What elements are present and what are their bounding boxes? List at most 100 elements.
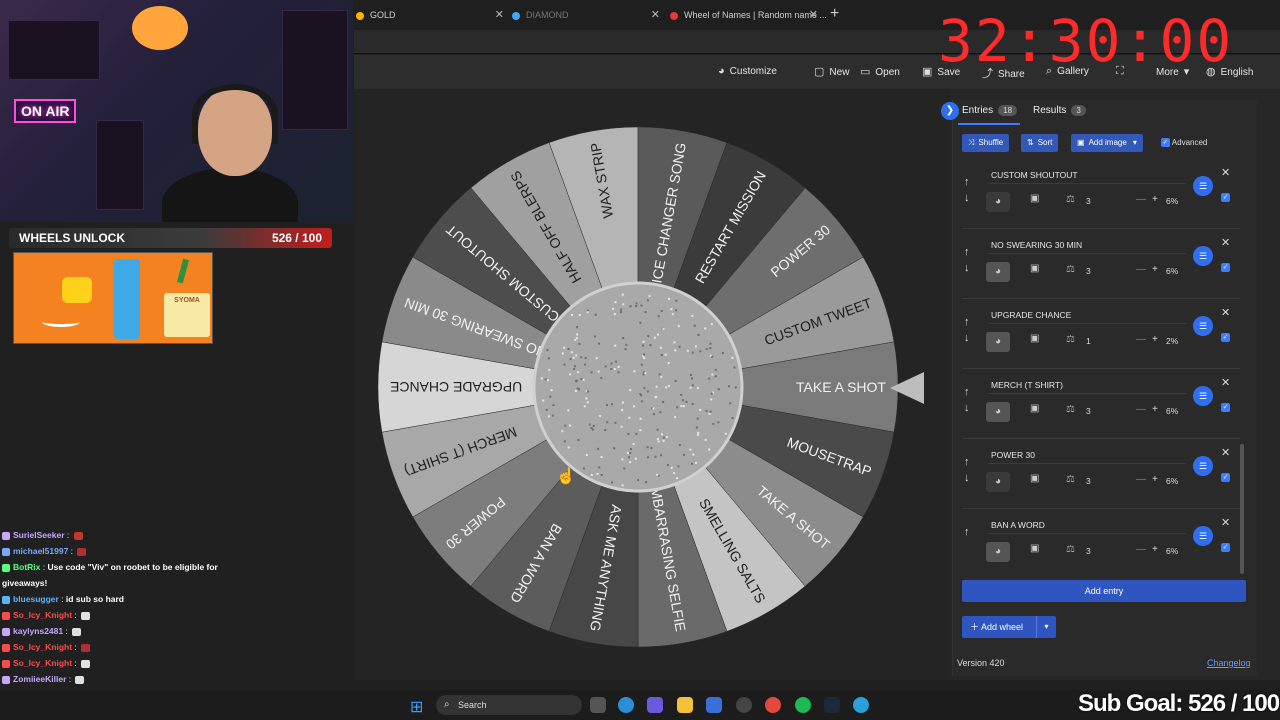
- entry-name-field[interactable]: NO SWEARING 30 MIN: [988, 236, 1186, 254]
- entry-enabled-checkbox[interactable]: ✓: [1221, 259, 1230, 277]
- settings-icon[interactable]: [736, 697, 752, 713]
- new-tab-button[interactable]: +: [830, 5, 839, 23]
- add-image-button[interactable]: ▣ Add image ▾: [1071, 134, 1143, 152]
- entry-options-icon[interactable]: ☰: [1193, 176, 1213, 196]
- increase-weight-button[interactable]: +: [1152, 334, 1158, 345]
- entry-name-field[interactable]: MERCH (T SHIRT): [988, 376, 1186, 394]
- decrease-weight-button[interactable]: —: [1136, 544, 1146, 555]
- entry-weight[interactable]: 3: [1086, 266, 1091, 276]
- image-icon[interactable]: ▣: [1030, 473, 1039, 484]
- shuffle-button[interactable]: ⤨ Shuffle: [962, 134, 1009, 152]
- palette-icon[interactable]: ◕: [986, 472, 1010, 492]
- edge-icon[interactable]: [618, 697, 634, 713]
- decrease-weight-button[interactable]: —: [1136, 404, 1146, 415]
- image-icon[interactable]: ▣: [1030, 403, 1039, 414]
- collapse-panel-icon[interactable]: ❯: [941, 102, 959, 120]
- reorder-arrows-icon[interactable]: ↑: [964, 524, 976, 540]
- decrease-weight-button[interactable]: —: [1136, 474, 1146, 485]
- increase-weight-button[interactable]: +: [1152, 404, 1158, 415]
- entry-options-icon[interactable]: ☰: [1193, 316, 1213, 336]
- delete-entry-icon[interactable]: ✕: [1221, 376, 1230, 389]
- chat-username[interactable]: So_Icy_Knight: [13, 658, 72, 668]
- new-button[interactable]: ▢ New: [814, 65, 849, 78]
- entry-name-field[interactable]: POWER 30: [988, 446, 1186, 464]
- entry-options-icon[interactable]: ☰: [1193, 386, 1213, 406]
- reorder-arrows-icon[interactable]: ↑ ↓: [964, 244, 976, 276]
- wheel[interactable]: WAX STRIP VOICE CHANGER SONG RESTART MISSI…: [375, 124, 901, 650]
- advanced-toggle[interactable]: ✓ Advanced: [1161, 138, 1207, 147]
- chat-username[interactable]: SurielSeeker: [13, 530, 65, 540]
- tab-gold[interactable]: GOLD ✕: [356, 4, 504, 26]
- entry-weight[interactable]: 3: [1086, 546, 1091, 556]
- chat-username[interactable]: bluesugger: [13, 594, 59, 604]
- entry-options-icon[interactable]: ☰: [1193, 526, 1213, 546]
- palette-icon[interactable]: ◕: [986, 542, 1010, 562]
- chat-username[interactable]: So_Icy_Knight: [13, 642, 72, 652]
- steam-icon[interactable]: [824, 697, 840, 713]
- decrease-weight-button[interactable]: —: [1136, 334, 1146, 345]
- tab-wheel-of-names[interactable]: Wheel of Names | Random name ... ✕: [670, 4, 818, 26]
- taskbar-search[interactable]: ⌕ Search: [436, 695, 582, 715]
- chat-username[interactable]: So_Icy_Knight: [13, 610, 72, 620]
- increase-weight-button[interactable]: +: [1152, 194, 1158, 205]
- wheel-center-hub[interactable]: [534, 283, 742, 491]
- decrease-weight-button[interactable]: —: [1136, 264, 1146, 275]
- palette-icon[interactable]: ◕: [986, 192, 1010, 212]
- changelog-link[interactable]: Changelog: [1207, 658, 1251, 668]
- file-explorer-icon[interactable]: [677, 697, 693, 713]
- add-wheel-button[interactable]: ＋ Add wheel ▾: [962, 616, 1056, 638]
- entry-enabled-checkbox[interactable]: ✓: [1221, 399, 1230, 417]
- scrollbar[interactable]: [1240, 444, 1244, 574]
- open-button[interactable]: ▭ Open: [860, 65, 900, 78]
- chrome-icon[interactable]: [765, 697, 781, 713]
- delete-entry-icon[interactable]: ✕: [1221, 306, 1230, 319]
- customize-button[interactable]: ◕ Customize: [718, 65, 777, 77]
- close-icon[interactable]: ✕: [651, 4, 660, 26]
- entry-enabled-checkbox[interactable]: ✓: [1221, 189, 1230, 207]
- entry-name-field[interactable]: BAN A WORD: [988, 516, 1186, 534]
- close-icon[interactable]: ✕: [495, 4, 504, 26]
- image-icon[interactable]: ▣: [1030, 543, 1039, 554]
- entry-enabled-checkbox[interactable]: ✓: [1221, 329, 1230, 347]
- palette-icon[interactable]: ◕: [986, 262, 1010, 282]
- entry-enabled-checkbox[interactable]: ✓: [1221, 469, 1230, 487]
- task-view-icon[interactable]: [590, 697, 606, 713]
- edge-active-icon[interactable]: [853, 697, 869, 713]
- chat-username[interactable]: ZomiieeKiller: [13, 674, 66, 684]
- image-icon[interactable]: ▣: [1030, 263, 1039, 274]
- entry-weight[interactable]: 1: [1086, 336, 1091, 346]
- reorder-arrows-icon[interactable]: ↑ ↓: [964, 174, 976, 206]
- entry-options-icon[interactable]: ☰: [1193, 246, 1213, 266]
- increase-weight-button[interactable]: +: [1152, 264, 1158, 275]
- add-entry-button[interactable]: Add entry: [962, 580, 1246, 602]
- image-icon[interactable]: ▣: [1030, 333, 1039, 344]
- tab-diamond[interactable]: DIAMOND ✕: [512, 4, 660, 26]
- chevron-down-icon[interactable]: ▾: [1036, 616, 1056, 638]
- entry-weight[interactable]: 3: [1086, 196, 1091, 206]
- entry-enabled-checkbox[interactable]: ✓: [1221, 539, 1230, 557]
- store-icon[interactable]: [706, 697, 722, 713]
- reorder-arrows-icon[interactable]: ↑ ↓: [964, 454, 976, 486]
- decrease-weight-button[interactable]: —: [1136, 194, 1146, 205]
- entry-name-field[interactable]: UPGRADE CHANCE: [988, 306, 1186, 324]
- entry-weight[interactable]: 3: [1086, 476, 1091, 486]
- reorder-arrows-icon[interactable]: ↑ ↓: [964, 384, 976, 416]
- close-icon[interactable]: ✕: [809, 4, 818, 26]
- tab-entries[interactable]: Entries 18: [962, 105, 1017, 116]
- copilot-icon[interactable]: [647, 697, 663, 713]
- increase-weight-button[interactable]: +: [1152, 474, 1158, 485]
- reorder-arrows-icon[interactable]: ↑ ↓: [964, 314, 976, 346]
- image-icon[interactable]: ▣: [1030, 193, 1039, 204]
- palette-icon[interactable]: ◕: [986, 402, 1010, 422]
- spotify-icon[interactable]: [795, 697, 811, 713]
- increase-weight-button[interactable]: +: [1152, 544, 1158, 555]
- chat-username[interactable]: kaylyns2481: [13, 626, 63, 636]
- chat-username[interactable]: michael51997: [13, 546, 68, 556]
- windows-start-icon[interactable]: ⊞: [410, 697, 423, 717]
- delete-entry-icon[interactable]: ✕: [1221, 236, 1230, 249]
- sort-button[interactable]: ⇅ Sort: [1021, 134, 1058, 152]
- delete-entry-icon[interactable]: ✕: [1221, 166, 1230, 179]
- palette-icon[interactable]: ◕: [986, 332, 1010, 352]
- entry-options-icon[interactable]: ☰: [1193, 456, 1213, 476]
- chat-username[interactable]: BotRix: [13, 562, 40, 572]
